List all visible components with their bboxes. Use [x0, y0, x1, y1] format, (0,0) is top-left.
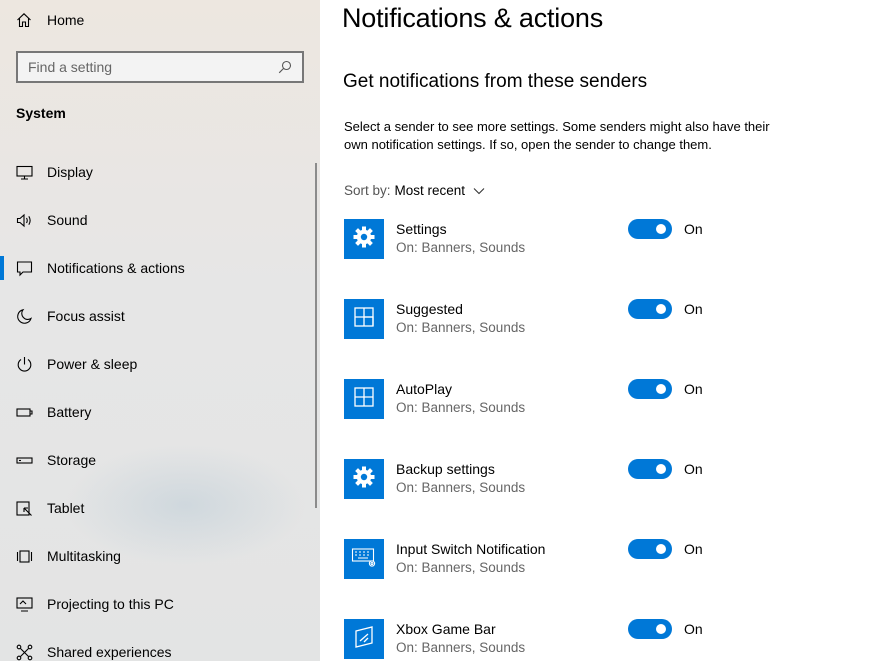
sender-settings[interactable]: Settings On: Banners, Sounds On [344, 219, 844, 259]
sender-name: Input Switch Notification [396, 541, 546, 557]
sort-label: Sort by: [344, 183, 391, 198]
sender-backup-settings[interactable]: Backup settings On: Banners, Sounds On [344, 459, 844, 499]
sidebar-item-tablet[interactable]: Tablet [0, 484, 316, 532]
toggle-state-label: On [684, 381, 703, 397]
sender-status: On: Banners, Sounds [396, 640, 526, 655]
toggle-knob [656, 544, 666, 554]
gear-icon [352, 465, 376, 494]
sender-status: On: Banners, Sounds [396, 400, 526, 415]
home-icon [16, 12, 32, 28]
sender-name: Xbox Game Bar [396, 621, 496, 637]
sender-tile [344, 539, 384, 579]
sender-tile [344, 219, 384, 259]
toggle-state-label: On [684, 461, 703, 477]
shared-experiences-icon [16, 644, 33, 661]
sidebar-item-sound[interactable]: Sound [0, 196, 316, 244]
sender-toggle[interactable] [628, 539, 672, 559]
moon-icon [16, 308, 33, 325]
sidebar-item-multitasking[interactable]: Multitasking [0, 532, 316, 580]
page-title: Notifications & actions [342, 3, 604, 33]
sidebar-item-display[interactable]: Display [0, 148, 316, 196]
section-title: System [16, 105, 66, 121]
sidebar-item-label: Display [47, 164, 93, 180]
sender-name: Suggested [396, 301, 463, 317]
sender-name: Settings [396, 221, 447, 237]
section-heading: Get notifications from these senders [343, 71, 648, 92]
home-label: Home [47, 12, 85, 28]
sidebar-item-label: Power & sleep [47, 356, 138, 372]
sort-control[interactable]: Sort by: Most recent [344, 183, 485, 198]
sidebar-item-label: Battery [47, 404, 92, 420]
sidebar-item-shared-experiences[interactable]: Shared experiences [0, 628, 316, 661]
sender-input-switch[interactable]: Input Switch Notification On: Banners, S… [344, 539, 844, 579]
sidebar-item-focus-assist[interactable]: Focus assist [0, 292, 316, 340]
app-tile-icon [353, 306, 375, 333]
toggle-knob [656, 224, 666, 234]
sidebar: Home System Display Sound Notific [0, 0, 320, 661]
search-box[interactable] [16, 51, 304, 83]
sender-toggle[interactable] [628, 619, 672, 639]
sidebar-item-label: Storage [47, 452, 97, 468]
sidebar-item-label: Notifications & actions [47, 260, 185, 276]
toggle-state-label: On [684, 301, 703, 317]
sidebar-item-label: Focus assist [47, 308, 125, 324]
notification-icon [16, 260, 33, 277]
storage-icon [16, 452, 33, 469]
sender-tile [344, 459, 384, 499]
sidebar-item-label: Sound [47, 212, 88, 228]
toggle-state-label: On [684, 621, 703, 637]
tablet-icon [16, 500, 33, 517]
sender-name: AutoPlay [396, 381, 453, 397]
sidebar-item-power-sleep[interactable]: Power & sleep [0, 340, 316, 388]
sender-toggle[interactable] [628, 459, 672, 479]
section-description: Select a sender to see more settings. So… [344, 119, 770, 152]
sender-toggle[interactable] [628, 219, 672, 239]
search-icon[interactable] [278, 60, 292, 74]
sender-toggle[interactable] [628, 379, 672, 399]
projecting-icon [16, 596, 33, 613]
sidebar-item-label: Tablet [47, 500, 85, 516]
sender-xbox-game-bar[interactable]: Xbox Game Bar On: Banners, Sounds On [344, 619, 844, 659]
sidebar-item-storage[interactable]: Storage [0, 436, 316, 484]
toggle-knob [656, 464, 666, 474]
sender-status: On: Banners, Sounds [396, 320, 526, 335]
toggle-knob [656, 384, 666, 394]
display-icon [16, 164, 33, 181]
sidebar-item-label: Shared experiences [47, 644, 172, 660]
sender-tile [344, 379, 384, 419]
sender-autoplay[interactable]: AutoPlay On: Banners, Sounds On [344, 379, 844, 419]
chevron-down-icon[interactable] [473, 185, 485, 197]
sidebar-nav: Display Sound Notifications & actions Fo… [0, 148, 316, 661]
sidebar-item-battery[interactable]: Battery [0, 388, 316, 436]
sender-suggested[interactable]: Suggested On: Banners, Sounds On [344, 299, 844, 339]
multitasking-icon [16, 548, 33, 565]
main-content: Notifications & actions Get notification… [320, 0, 870, 661]
sidebar-item-projecting[interactable]: Projecting to this PC [0, 580, 316, 628]
toggle-state-label: On [684, 541, 703, 557]
sidebar-scrollbar[interactable] [315, 163, 317, 508]
sender-name: Backup settings [396, 461, 495, 477]
sort-dropdown[interactable]: Most recent [395, 183, 466, 198]
app-tile-icon [353, 386, 375, 413]
gear-icon [352, 225, 376, 254]
home-link[interactable]: Home [16, 8, 84, 32]
battery-icon [16, 404, 33, 421]
toggle-knob [656, 624, 666, 634]
sender-status: On: Banners, Sounds [396, 480, 526, 495]
sender-tile [344, 619, 384, 659]
power-icon [16, 356, 33, 373]
toggle-state-label: On [684, 221, 703, 237]
search-input[interactable] [28, 59, 278, 75]
sender-toggle[interactable] [628, 299, 672, 319]
speaker-icon [16, 212, 33, 229]
sidebar-item-label: Multitasking [47, 548, 121, 564]
sender-tile [344, 299, 384, 339]
keyboard-icon [351, 546, 377, 573]
sender-status: On: Banners, Sounds [396, 560, 526, 575]
game-bar-icon [353, 625, 375, 654]
toggle-knob [656, 304, 666, 314]
sidebar-item-label: Projecting to this PC [47, 596, 174, 612]
sender-status: On: Banners, Sounds [396, 240, 526, 255]
sidebar-item-notifications[interactable]: Notifications & actions [0, 244, 316, 292]
